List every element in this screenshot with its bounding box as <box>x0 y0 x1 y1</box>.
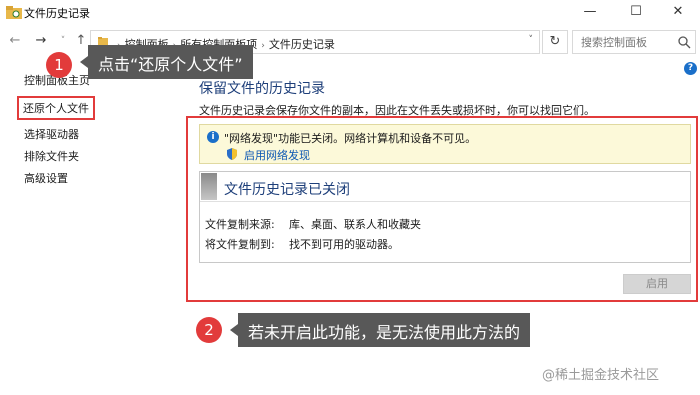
info-message: "网络发现"功能已关闭。网络计算机和设备不可见。 <box>224 132 477 145</box>
step-badge-2: 2 <box>196 317 222 343</box>
window-title: 文件历史记录 <box>24 7 90 20</box>
source-row: 文件复制来源: 库、桌面、联系人和收藏夹 <box>205 216 421 232</box>
sidebar-item-advanced-settings[interactable]: 高级设置 <box>24 170 68 186</box>
enable-button[interactable]: 启用 <box>623 274 691 294</box>
breadcrumb-file-history[interactable]: 文件历史记录 <box>269 38 335 51</box>
source-value: 库、桌面、联系人和收藏夹 <box>289 218 421 231</box>
forward-arrow-icon[interactable]: → <box>32 32 50 50</box>
status-panel: 文件历史记录已关闭 文件复制来源: 库、桌面、联系人和收藏夹 将文件复制到: 找不到… <box>199 171 691 263</box>
close-button[interactable]: ✕ <box>656 0 700 26</box>
sidebar-item-select-drive[interactable]: 选择驱动器 <box>24 126 79 142</box>
enable-network-discovery-link[interactable]: 启用网络发现 <box>244 147 310 163</box>
title-bar: 文件历史记录 — ☐ ✕ <box>0 0 700 26</box>
search-icon[interactable] <box>677 35 691 49</box>
sidebar-item-restore-files[interactable]: 还原个人文件 <box>17 96 95 120</box>
maximize-button[interactable]: ☐ <box>614 0 658 26</box>
shield-icon <box>227 148 237 160</box>
watermark: @稀土掘金技术社区 <box>542 368 660 383</box>
help-icon[interactable]: ? <box>684 62 697 75</box>
search-input[interactable] <box>573 31 673 53</box>
destination-row: 将文件复制到: 找不到可用的驱动器。 <box>205 236 399 252</box>
callout-1: 点击“还原个人文件” <box>80 45 253 79</box>
step-badge-1: 1 <box>46 52 72 78</box>
minimize-button[interactable]: — <box>568 0 612 26</box>
status-title: 文件历史记录已关闭 <box>224 182 350 198</box>
info-bar: i "网络发现"功能已关闭。网络计算机和设备不可见。 启用网络发现 <box>199 124 691 164</box>
back-arrow-icon[interactable]: ← <box>6 32 24 50</box>
recent-locations-icon[interactable]: ˅ <box>54 32 72 50</box>
destination-value: 找不到可用的驱动器。 <box>289 238 399 251</box>
status-header: 文件历史记录已关闭 <box>200 172 690 202</box>
refresh-icon[interactable]: ↻ <box>542 30 568 54</box>
callout-2: 若未开启此功能，是无法使用此方法的 <box>229 313 531 347</box>
file-history-app-icon <box>6 6 22 19</box>
search-box[interactable] <box>572 30 696 54</box>
sidebar: 控制面板主页 还原个人文件 选择驱动器 排除文件夹 高级设置 <box>0 56 180 256</box>
status-indicator <box>201 173 217 200</box>
info-icon: i <box>207 131 219 143</box>
sidebar-item-exclude-folders[interactable]: 排除文件夹 <box>24 148 79 164</box>
page-title: 保留文件的历史记录 <box>199 81 325 97</box>
destination-label: 将文件复制到: <box>205 238 275 251</box>
chevron-down-icon[interactable]: ˅ <box>529 35 534 45</box>
source-label: 文件复制来源: <box>205 218 275 231</box>
